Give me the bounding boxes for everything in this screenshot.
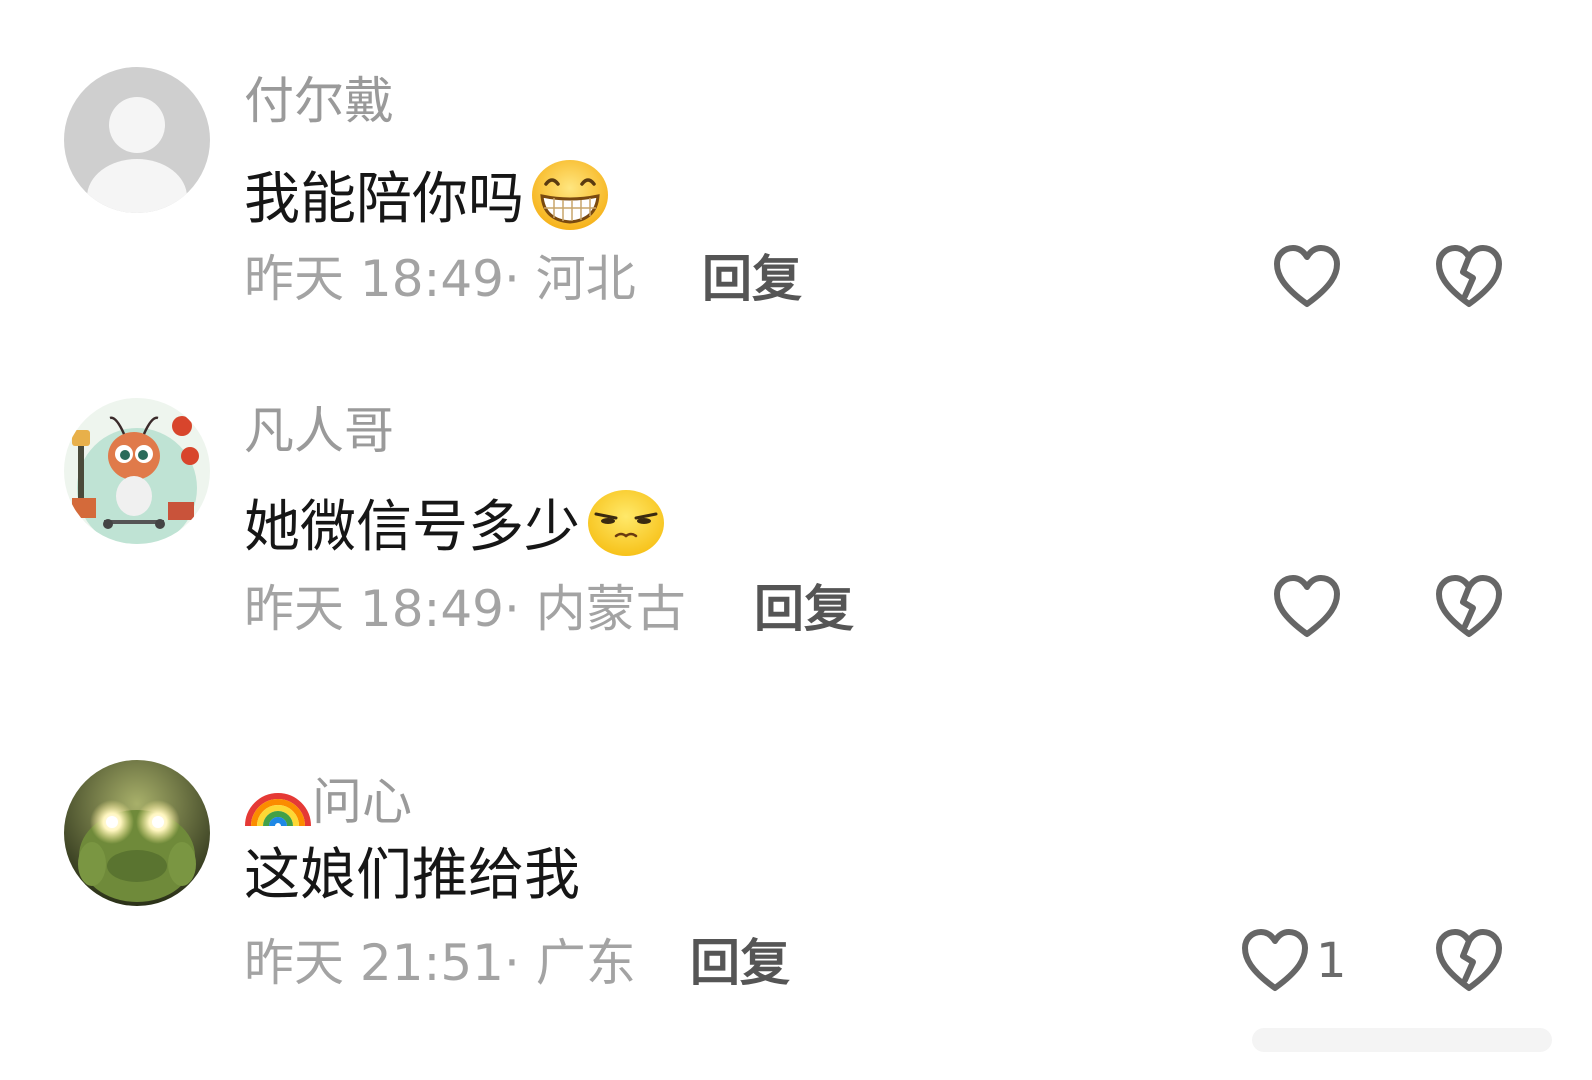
broken-heart-icon [1436,575,1502,637]
comment-text: 这娘们推给我 [244,848,580,904]
heart-icon [1242,929,1308,991]
reply-button[interactable]: 回复 [754,584,854,634]
dislike-button[interactable] [1434,928,1504,998]
like-button[interactable] [1272,574,1348,640]
reply-button[interactable]: 回复 [690,938,790,988]
dislike-button[interactable] [1434,574,1504,644]
username-label: 问心 [312,773,412,831]
heart-icon [1274,575,1340,637]
avatar[interactable] [64,398,210,544]
like-count: 1 [1316,933,1347,989]
username[interactable]: 凡人哥 [244,406,394,456]
comment-meta: 昨天 18:49· 内蒙古 [244,580,686,638]
comment-meta: 昨天 21:51· 广东 [244,934,636,992]
comment-text-content: 她微信号多少 [244,495,580,560]
faded-watermark [1252,1020,1552,1060]
squinting-emoji-icon [586,488,666,568]
comment-text: 她微信号多少 [244,488,666,568]
comment-text-content: 这娘们推给我 [244,843,580,908]
like-button[interactable]: 1 [1240,928,1347,994]
avatar[interactable] [64,760,210,906]
cartoon-ant-avatar-icon [64,398,210,544]
comment-item: 问心 这娘们推给我 昨天 21:51· 广东 回复 1 [0,0,1592,991]
rainbow-icon [244,768,312,836]
broken-heart-icon [1436,929,1502,991]
username[interactable]: 问心 [244,768,412,836]
glowing-eyes-frog-avatar-icon [64,760,210,906]
